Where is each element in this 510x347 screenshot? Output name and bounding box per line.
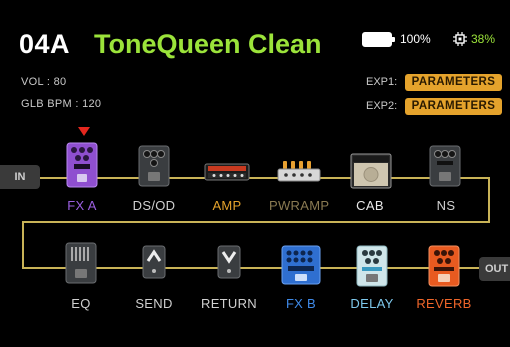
chain-line-middle bbox=[22, 221, 490, 223]
cpu-percent: 38% bbox=[471, 32, 496, 46]
battery-percent: 100% bbox=[400, 32, 431, 46]
selected-block-marker-icon bbox=[78, 127, 90, 136]
return-icon[interactable] bbox=[217, 245, 241, 279]
block-label: DELAY bbox=[350, 296, 394, 311]
reverb-pedal-icon[interactable] bbox=[428, 245, 460, 287]
block-label: REVERB bbox=[416, 296, 472, 311]
delay-pedal-icon[interactable] bbox=[356, 245, 388, 287]
chain-output[interactable]: OUT bbox=[479, 257, 510, 281]
chain-line-left-drop bbox=[22, 221, 24, 268]
block-label: AMP bbox=[212, 198, 242, 213]
fx-b-pedal-icon[interactable] bbox=[281, 245, 321, 285]
exp2-label: EXP2: bbox=[366, 100, 398, 112]
power-amp-icon[interactable] bbox=[277, 160, 321, 182]
exp1-label: EXP1: bbox=[366, 76, 398, 88]
block-label: CAB bbox=[356, 198, 384, 213]
volume-readout[interactable]: VOL : 80 bbox=[21, 76, 66, 88]
global-bpm-readout[interactable]: GLB BPM : 120 bbox=[21, 98, 101, 110]
amp-head-icon[interactable] bbox=[204, 163, 250, 181]
block-label: DS/OD bbox=[132, 198, 176, 213]
block-label: RETURN bbox=[201, 296, 257, 311]
exp1-parameters-button[interactable]: PARAMETERS bbox=[405, 74, 502, 91]
drive-pedal-icon[interactable] bbox=[138, 145, 170, 187]
preset-screen: 04A ToneQueen Clean 100% 38% VOL : 80 GL… bbox=[0, 0, 510, 347]
exp2-parameters-button[interactable]: PARAMETERS bbox=[405, 98, 502, 115]
chain-line-row1 bbox=[40, 177, 490, 179]
battery-icon bbox=[362, 32, 395, 47]
block-label: NS bbox=[436, 198, 456, 213]
block-label: FX A bbox=[67, 198, 97, 213]
preset-number[interactable]: 04A bbox=[19, 29, 70, 60]
block-label: SEND bbox=[135, 296, 173, 311]
eq-pedal-icon[interactable] bbox=[65, 242, 97, 284]
fx-pedal-icon[interactable] bbox=[66, 142, 98, 188]
chain-input[interactable]: IN bbox=[0, 165, 40, 189]
chain-line-right-drop bbox=[488, 177, 490, 222]
block-label: EQ bbox=[71, 296, 91, 311]
noise-gate-icon[interactable] bbox=[429, 145, 461, 187]
block-label: PWRAMP bbox=[269, 198, 330, 213]
cpu-icon bbox=[453, 32, 467, 46]
preset-name[interactable]: ToneQueen Clean bbox=[94, 29, 322, 60]
send-icon[interactable] bbox=[142, 245, 166, 279]
block-label: FX B bbox=[285, 296, 317, 311]
cabinet-icon[interactable] bbox=[350, 153, 392, 189]
